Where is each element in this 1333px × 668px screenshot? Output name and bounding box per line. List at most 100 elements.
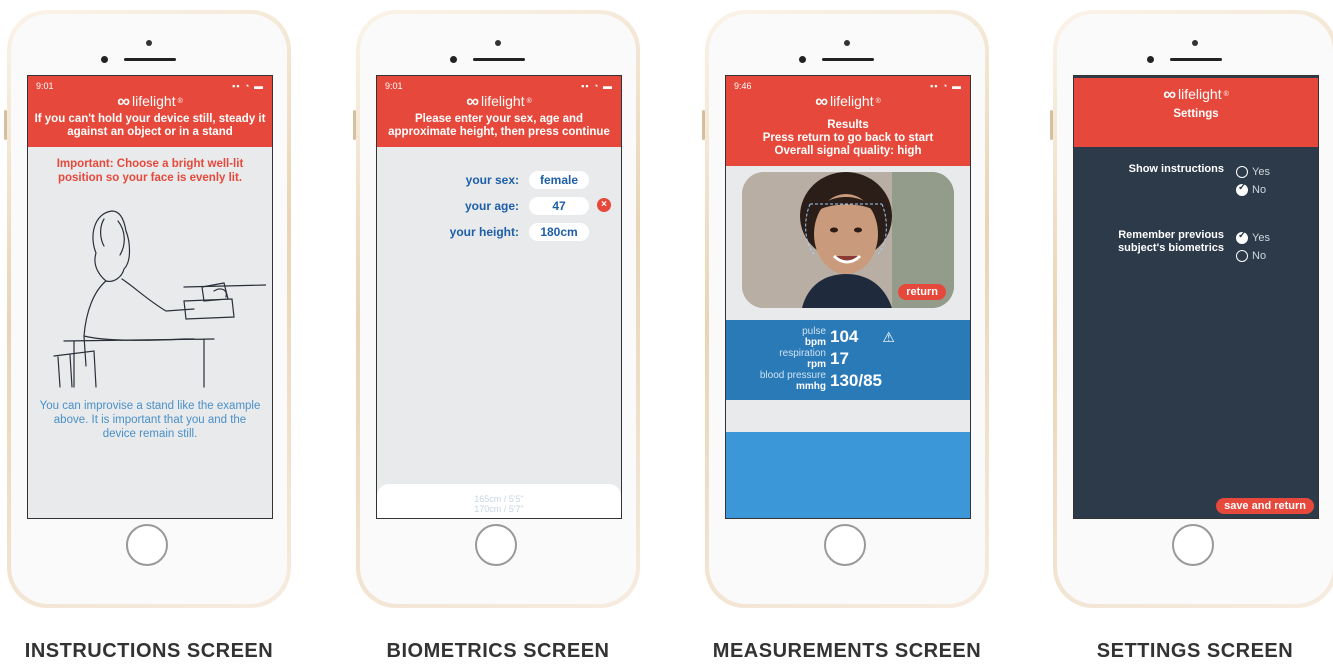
radio-icon[interactable]	[1236, 250, 1248, 262]
caption-settings: SETTINGS SCREEN	[1096, 640, 1294, 662]
caption-biometrics: BIOMETRICS SCREEN	[386, 640, 610, 662]
blood-pressure-name: blood pressure	[759, 370, 826, 381]
status-icons: ▪▪ ◔ ▬	[232, 81, 264, 91]
radio-yes-label: Yes	[1252, 166, 1270, 178]
earpiece-speaker	[1170, 58, 1222, 61]
camera	[844, 40, 850, 46]
status-icons: ▪▪ ◔ ▬	[581, 81, 613, 91]
registered-mark: ®	[526, 97, 532, 105]
radio-icon[interactable]	[1236, 166, 1248, 178]
picker-option[interactable]: 165cm / 5'5"	[377, 494, 621, 504]
header-message: Please enter your sex, age and approxima…	[388, 113, 610, 138]
warning-icon[interactable]: ⚠	[882, 329, 895, 346]
home-button[interactable]	[824, 524, 866, 566]
home-button[interactable]	[126, 524, 168, 566]
camera	[146, 40, 152, 46]
respiration-label: respiration rpm	[726, 348, 830, 370]
stand-illustration	[53, 210, 266, 388]
sex-field[interactable]: female	[529, 171, 589, 189]
registered-mark: ®	[177, 97, 183, 105]
instructions-screen: 9:01 ▪▪ ◔ ▬ ∞ lifelight ® If you can't ho…	[27, 75, 273, 519]
earpiece-speaker	[473, 58, 525, 61]
radio-no-label: No	[1252, 250, 1267, 262]
respiration-unit: rpm	[807, 359, 826, 370]
header-message: Results Press return to go back to start…	[726, 109, 970, 166]
radio-checked-icon[interactable]	[1236, 230, 1248, 244]
blood-pressure-row: blood pressure mmhg 130/85	[726, 370, 970, 392]
earpiece-speaker	[124, 58, 176, 61]
height-picker[interactable]: 165cm / 5'5" 170cm / 5'7"	[377, 484, 621, 518]
camera	[1192, 40, 1198, 46]
blood-pressure-value: 130/85	[830, 371, 882, 390]
settings-screen: ∞ lifelight ® Settings Show instructions …	[1073, 75, 1319, 519]
lifelight-logo: ∞ lifelight ®	[726, 91, 970, 111]
close-icon[interactable]: ×	[597, 198, 611, 212]
remember-biometrics-label: Remember previous subject's biometrics	[1118, 229, 1224, 254]
pulse-row: pulse bpm 104 ⚠	[726, 326, 970, 348]
sex-label: your sex:	[465, 173, 519, 187]
radio-checked-icon[interactable]	[1236, 182, 1248, 196]
lifelight-logo: ∞ lifelight ®	[28, 91, 272, 111]
show-instructions-option: Show instructions Yes No	[1074, 163, 1318, 199]
measurements-screen: 9:46 ▪▪ ◔ ▬ ∞ lifelight ® Results Press r…	[725, 75, 971, 519]
logo-text: lifelight	[481, 93, 525, 109]
header: 9:46 ▪▪ ◔ ▬ ∞ lifelight ® Results Press r…	[726, 76, 970, 166]
home-button[interactable]	[1172, 524, 1214, 566]
radio-no[interactable]: No	[1236, 181, 1270, 199]
radio-yes[interactable]: Yes	[1236, 163, 1270, 181]
home-button[interactable]	[475, 524, 517, 566]
front-sensor	[799, 56, 806, 63]
return-button[interactable]: return	[898, 284, 946, 300]
lifelight-logo-icon: ∞	[117, 91, 131, 111]
age-row: your age: 47	[377, 197, 621, 215]
pulse-value: 104	[830, 327, 859, 346]
pulse-name: pulse	[802, 326, 826, 337]
logo-text: lifelight	[132, 93, 176, 109]
important-notice: Important: Choose a bright well-lit posi…	[56, 158, 244, 184]
status-time: 9:46	[734, 81, 752, 91]
lifelight-logo-icon: ∞	[815, 91, 829, 111]
blood-pressure-unit: mmhg	[796, 381, 826, 392]
lifelight-logo: ∞ lifelight ®	[377, 92, 621, 110]
show-instructions-choices: Yes No	[1236, 163, 1270, 199]
radio-no[interactable]: No	[1236, 247, 1270, 265]
remember-biometrics-choices: Yes No	[1236, 229, 1270, 265]
height-label: your height:	[449, 225, 519, 239]
earpiece-speaker	[822, 58, 874, 61]
logo-text: lifelight	[1178, 86, 1222, 102]
front-sensor	[101, 56, 108, 63]
save-and-return-button[interactable]: save and return	[1216, 498, 1314, 514]
height-field[interactable]: 180cm	[529, 223, 589, 241]
age-field[interactable]: 47	[529, 197, 589, 215]
results-instruction: Press return to go back to start	[762, 132, 934, 144]
status-bar: 9:01 ▪▪ ◔ ▬	[377, 76, 621, 91]
height-row: your height: 180cm	[377, 223, 621, 241]
biometrics-form: your sex: female your age: 47 your heigh…	[377, 147, 621, 241]
header: 9:01 ▪▪ ◔ ▬ ∞ lifelight ® Please enter yo…	[377, 76, 621, 147]
face-photo: return	[742, 172, 954, 308]
radio-yes-label: Yes	[1252, 232, 1270, 244]
registered-mark: ®	[875, 97, 881, 105]
respiration-name: respiration	[779, 348, 826, 359]
sex-row: your sex: female	[377, 171, 621, 189]
registered-mark: ®	[1223, 90, 1229, 98]
blue-background-panel	[726, 432, 970, 518]
volume-button	[4, 110, 7, 140]
picker-option[interactable]: 170cm / 5'7"	[377, 504, 621, 514]
measurements-panel: pulse bpm 104 ⚠ respiration rpm 17 blood…	[726, 320, 970, 400]
respiration-row: respiration rpm 17	[726, 348, 970, 370]
status-bar: 9:01 ▪▪ ◔ ▬	[28, 76, 272, 91]
status-time: 9:01	[36, 81, 54, 91]
header-message: If you can't hold your device still, ste…	[34, 113, 266, 138]
pulse-label: pulse bpm	[726, 326, 830, 348]
results-title: Results	[827, 119, 869, 131]
volume-button	[702, 110, 705, 140]
radio-yes[interactable]: Yes	[1236, 229, 1270, 247]
volume-button	[353, 110, 356, 140]
caption-measurements: MEASUREMENTS SCREEN	[712, 640, 982, 662]
logo-text: lifelight	[830, 93, 874, 109]
lifelight-logo: ∞ lifelight ®	[1074, 78, 1318, 103]
phone-instructions: 9:01 ▪▪ ◔ ▬ ∞ lifelight ® If you can't ho…	[4, 10, 291, 608]
blood-pressure-label: blood pressure mmhg	[726, 370, 830, 392]
signal-quality: Overall signal quality: high	[774, 145, 922, 157]
